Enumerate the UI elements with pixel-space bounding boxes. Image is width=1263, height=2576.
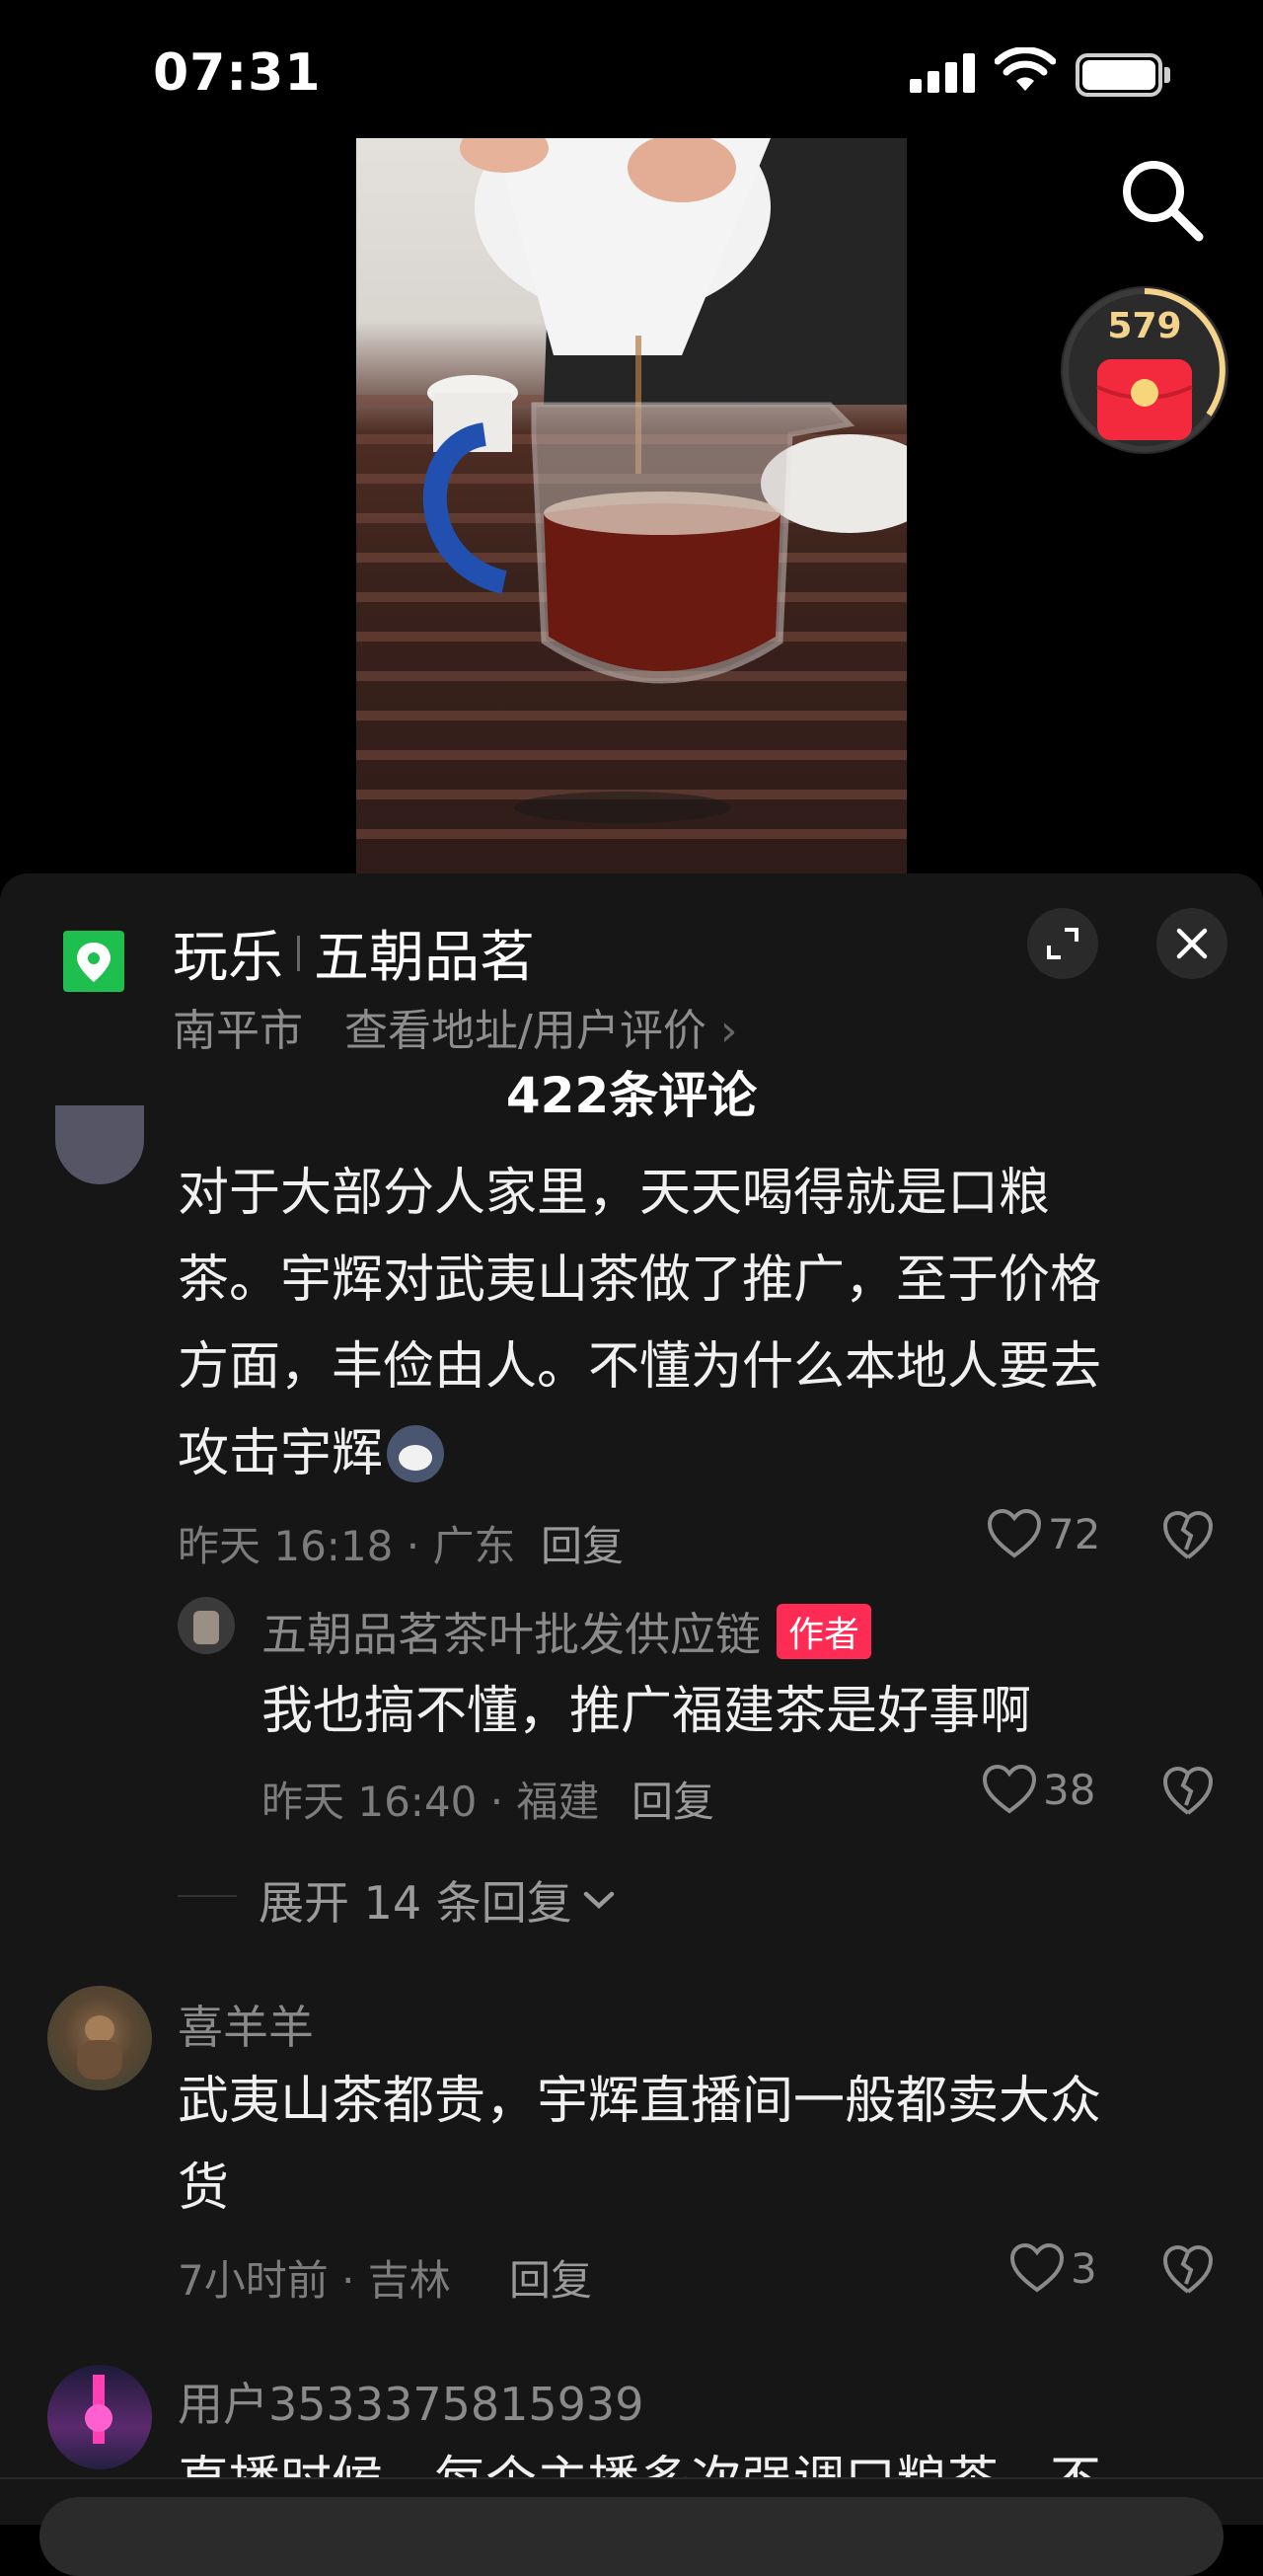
close-button[interactable]	[1156, 908, 1227, 979]
location-name: 五朝品茗	[314, 926, 535, 990]
location-city: 南平市	[173, 1006, 303, 1056]
location-title[interactable]: 玩乐 五朝品茗	[173, 913, 535, 993]
search-icon[interactable]	[1120, 158, 1205, 243]
like-count: 3	[1071, 2243, 1097, 2293]
location-category: 玩乐	[173, 926, 283, 990]
dislike-icon[interactable]	[1162, 1766, 1214, 1817]
heart-icon	[987, 1508, 1042, 1558]
avatar[interactable]	[47, 1986, 152, 2090]
expand-replies-label: 展开 14 条回复	[259, 1876, 572, 1930]
comment-meta: 昨天 16:18 · 广东	[178, 1522, 516, 1570]
comment-username[interactable]: 用户3533375815939	[178, 2369, 643, 2434]
red-envelope-icon	[1096, 359, 1193, 440]
location-subtitle[interactable]: 南平市 查看地址/用户评价 ›	[173, 995, 737, 1058]
red-packet-count: 579	[1107, 306, 1182, 346]
input-divider	[0, 2477, 1263, 2479]
like-button[interactable]: 3	[1009, 2242, 1097, 2294]
chevron-down-icon	[583, 1891, 615, 1910]
dislike-icon[interactable]	[1162, 1510, 1214, 1561]
location-link: 查看地址/用户评价	[344, 1006, 706, 1056]
comment-meta: 7小时前 · 吉林	[178, 2256, 451, 2305]
comment-input-bar[interactable]	[39, 2497, 1224, 2576]
expand-icon	[1047, 928, 1078, 959]
expand-replies-button[interactable]: 展开 14 条回复	[259, 1867, 616, 1932]
tea-pouring-video-frame	[356, 138, 907, 839]
reply-meta: 昨天 16:40 · 福建	[261, 1778, 600, 1826]
expand-button[interactable]	[1027, 908, 1098, 979]
husky-emoji-icon	[387, 1425, 445, 1482]
comment-text-partial: 直播时候，每个主播多次强调口粮茶，不	[0, 2438, 1263, 2477]
reply-username[interactable]: 五朝品茗茶叶批发供应链	[261, 1599, 761, 1664]
like-count: 38	[1043, 1765, 1096, 1814]
comments-count: 422条评论	[505, 1067, 758, 1124]
heart-icon	[1009, 2242, 1065, 2293]
expand-divider	[178, 1895, 237, 1897]
dislike-icon[interactable]	[1162, 2244, 1214, 2296]
close-icon	[1176, 928, 1208, 959]
reply-text: 我也搞不懂，推广福建茶是好事啊	[261, 1682, 1032, 1741]
reply-button[interactable]: 回复	[541, 1513, 624, 1573]
comment-username[interactable]: 喜羊羊	[178, 1992, 314, 2057]
video-player[interactable]	[356, 138, 907, 873]
wifi-icon	[995, 47, 1056, 91]
reply-user-row: 五朝品茗茶叶批发供应链 作者	[261, 1599, 872, 1664]
heart-icon	[982, 1764, 1037, 1814]
cellular-signal-icon	[910, 51, 975, 93]
comment-text: 对于大部分人家里，天天喝得就是口粮 茶。宇辉对武夷山茶做了推广，至于价格 方面，…	[178, 1164, 1102, 1483]
like-button[interactable]: 72	[987, 1508, 1100, 1559]
title-divider	[297, 935, 300, 971]
like-button[interactable]: 38	[982, 1764, 1095, 1815]
chevron-right-icon: ›	[719, 1006, 738, 1056]
reply-button[interactable]: 回复	[632, 1769, 714, 1829]
avatar[interactable]	[178, 1597, 235, 1654]
author-badge: 作者	[777, 1604, 872, 1659]
battery-icon	[1076, 53, 1170, 97]
reply-button[interactable]: 回复	[509, 2247, 592, 2308]
comment-text: 武夷山茶都贵，宇辉直播间一般都卖大众 货	[178, 2072, 1102, 2218]
like-count: 72	[1048, 1509, 1101, 1558]
status-time: 07:31	[153, 43, 322, 103]
location-pin-icon	[63, 931, 124, 992]
